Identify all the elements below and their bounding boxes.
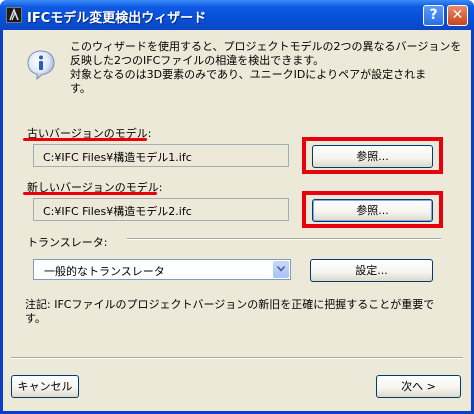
dialog-body: このウィザードを使用すると、プロジェクトモデルの2つの異なるバージョンを 反映し… — [3, 30, 471, 411]
translator-select[interactable]: 一般的なトランスレータ — [33, 259, 291, 280]
translator-separator — [127, 238, 441, 240]
intro-line: す。 — [70, 82, 91, 95]
note-line: 注記: IFCファイルのプロジェクトバージョンの新旧を正確に把握することが重要で — [25, 298, 435, 311]
info-icon — [27, 50, 55, 81]
new-model-browse-button[interactable]: 参照... — [312, 199, 433, 222]
note-text: 注記: IFCファイルのプロジェクトバージョンの新旧を正確に把握することが重要で… — [25, 298, 455, 326]
footer-separator — [11, 357, 463, 359]
old-model-underline — [23, 138, 147, 141]
intro-line: 反映した2つのIFCファイルの相違を検出できます。 — [70, 54, 325, 67]
new-model-path-field[interactable]: C:¥IFC Files¥構造モデル2.ifc — [33, 198, 289, 221]
old-model-path-field[interactable]: C:¥IFC Files¥構造モデル1.ifc — [33, 144, 289, 167]
intro-line: 対象となるのは3D要素のみであり、ユニークIDによりペアが設定されま — [70, 68, 427, 81]
translator-settings-button[interactable]: 設定... — [310, 259, 433, 282]
app-icon — [6, 7, 22, 23]
close-icon[interactable]: ✕ — [447, 5, 468, 26]
new-model-underline — [23, 192, 157, 195]
intro-text: このウィザードを使用すると、プロジェクトモデルの2つの異なるバージョンを 反映し… — [70, 40, 462, 96]
old-model-browse-button[interactable]: 参照... — [312, 145, 433, 168]
translator-selected-value: 一般的なトランスレータ — [44, 265, 165, 278]
help-icon[interactable]: ? — [423, 5, 444, 26]
intro-line: このウィザードを使用すると、プロジェクトモデルの2つの異なるバージョンを — [70, 40, 462, 53]
next-button[interactable]: 次へ > — [376, 375, 461, 398]
translator-label: トランスレータ: — [27, 236, 108, 249]
title-bar[interactable]: IFCモデル変更検出ウィザード ? ✕ — [0, 0, 474, 30]
window-title: IFCモデル変更検出ウィザード — [27, 11, 207, 26]
note-line: す。 — [25, 312, 46, 325]
cancel-button[interactable]: キャンセル — [11, 375, 79, 398]
wizard-window: IFCモデル変更検出ウィザード ? ✕ このウィザードを使用すると、プロジェクト… — [0, 0, 474, 414]
chevron-down-icon[interactable] — [273, 261, 289, 278]
